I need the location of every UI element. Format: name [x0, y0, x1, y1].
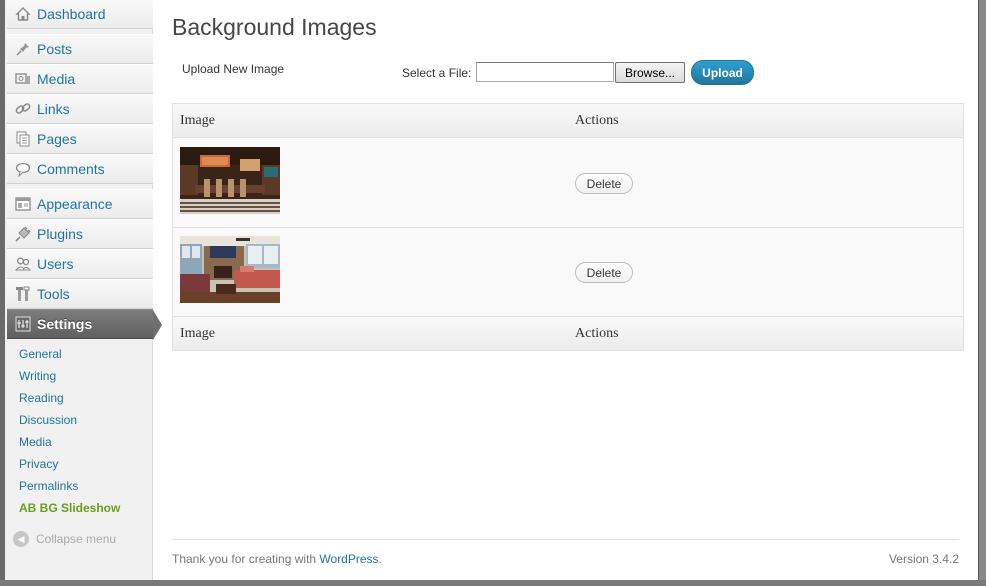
menu-item-settings[interactable]: Settings: [7, 309, 162, 340]
version-text: Version 3.4.2: [888, 552, 959, 566]
window-frame-right: [978, 0, 986, 586]
tools-icon: [14, 285, 32, 303]
pages-icon: [14, 130, 32, 148]
menu-label: Dashboard: [37, 6, 106, 22]
menu-item-pages[interactable]: Pages: [7, 124, 153, 154]
menu-label: Appearance: [37, 196, 113, 212]
home-icon: [14, 5, 32, 23]
users-icon: [14, 255, 32, 273]
menu-item-plugins[interactable]: Plugins: [7, 219, 153, 249]
collapse-menu-label: Collapse menu: [36, 532, 117, 546]
appearance-icon: [14, 195, 32, 213]
submenu-item-writing[interactable]: Writing: [19, 369, 56, 383]
window-frame-bottom: [0, 580, 986, 586]
admin-sidebar: Dashboard Posts Media Links Pages Commen…: [5, 0, 162, 580]
delete-button[interactable]: Delete: [575, 173, 633, 194]
menu-item-appearance[interactable]: Appearance: [7, 189, 153, 219]
submenu-item-permalinks[interactable]: Permalinks: [19, 479, 78, 493]
submenu-item-privacy[interactable]: Privacy: [19, 457, 58, 471]
upload-button[interactable]: Upload: [691, 60, 754, 85]
column-header-actions[interactable]: Actions: [575, 113, 619, 129]
table-row: Delete: [173, 139, 963, 228]
browse-button[interactable]: Browse...: [615, 62, 685, 83]
menu-label: Plugins: [37, 226, 83, 242]
delete-button[interactable]: Delete: [575, 262, 633, 283]
menu-label: Posts: [37, 41, 73, 57]
menu-item-links[interactable]: Links: [7, 94, 153, 124]
pin-icon: [14, 40, 32, 58]
column-header-image[interactable]: Image: [180, 113, 215, 129]
menu-item-media[interactable]: Media: [7, 64, 153, 94]
file-path-input[interactable]: [476, 62, 614, 82]
page-title: Background Images: [172, 14, 377, 40]
wordpress-link[interactable]: WordPress: [319, 552, 378, 566]
menu-label: Media: [37, 71, 76, 87]
menu-item-posts[interactable]: Posts: [7, 34, 153, 64]
comment-icon: [14, 160, 32, 178]
menu-label: Pages: [37, 131, 77, 147]
living-room-thumbnail: [180, 236, 280, 303]
column-footer-actions[interactable]: Actions: [575, 326, 619, 342]
table-row: Delete: [173, 228, 963, 317]
column-footer-image[interactable]: Image: [180, 326, 215, 342]
menu-label: Settings: [37, 316, 93, 332]
footer-thanks-prefix: Thank you for creating with: [172, 552, 320, 566]
menu-label: Users: [37, 256, 74, 272]
media-icon: [14, 70, 32, 88]
menu-label: Tools: [37, 286, 70, 302]
submenu-item-ab-bg-slideshow[interactable]: AB BG Slideshow: [19, 501, 120, 515]
menu-item-tools[interactable]: Tools: [7, 279, 153, 309]
submenu-item-general[interactable]: General: [19, 347, 62, 361]
table-header: Image Actions: [173, 104, 963, 138]
submenu-item-reading[interactable]: Reading: [19, 391, 64, 405]
footer-thanks: Thank you for creating with WordPress.: [172, 552, 382, 566]
collapse-menu-button[interactable]: ◀ Collapse menu: [13, 531, 116, 547]
background-images-table: Image Actions Delete Delete Image Action…: [172, 103, 964, 351]
select-file-label: Select a File:: [402, 66, 472, 80]
plug-icon: [14, 225, 32, 243]
menu-item-dashboard[interactable]: Dashboard: [7, 0, 153, 29]
menu-item-users[interactable]: Users: [7, 249, 153, 279]
menu-label: Comments: [37, 161, 105, 177]
dining-room-thumbnail: [180, 147, 280, 214]
submenu-item-discussion[interactable]: Discussion: [19, 413, 77, 427]
current-menu-arrow: [153, 310, 162, 340]
submenu-item-media[interactable]: Media: [19, 435, 52, 449]
footer-divider: [172, 539, 959, 540]
menu-label: Links: [37, 101, 70, 117]
collapse-arrow-icon: ◀: [13, 531, 29, 547]
link-icon: [14, 100, 32, 118]
upload-new-image-label: Upload New Image: [182, 62, 285, 76]
footer-thanks-suffix: .: [378, 552, 382, 566]
menu-item-comments[interactable]: Comments: [7, 154, 153, 184]
settings-icon: [14, 315, 32, 333]
table-footer: Image Actions: [173, 316, 963, 350]
